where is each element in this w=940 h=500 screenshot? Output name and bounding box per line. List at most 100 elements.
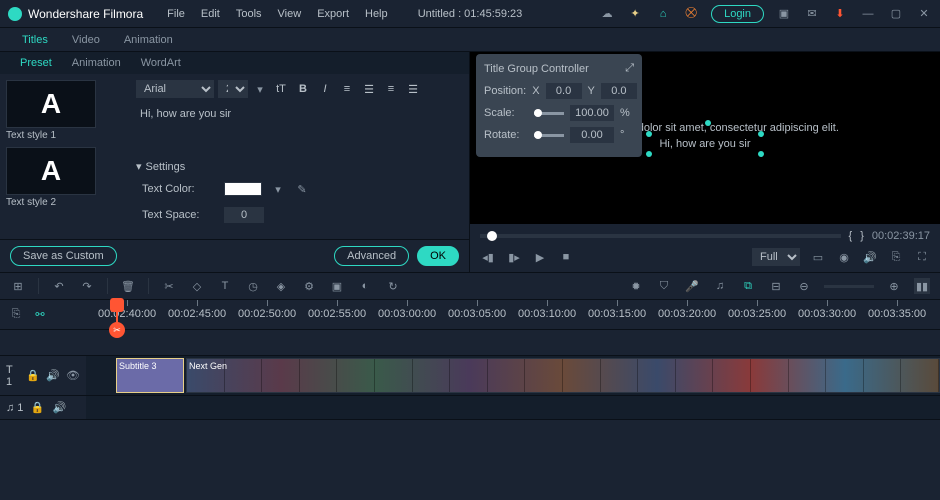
preview-scrubber[interactable] [480, 234, 841, 238]
eyedropper-icon[interactable]: ✎ [294, 181, 310, 197]
download-icon[interactable]: ⬇ [832, 6, 848, 22]
chevron-down-icon[interactable]: ▾ [270, 181, 286, 197]
advanced-button[interactable]: Advanced [334, 246, 409, 266]
resize-icon[interactable]: ⤢ [625, 62, 634, 75]
chevron-down-icon[interactable]: ▾ [252, 81, 268, 97]
track-body[interactable] [86, 396, 940, 419]
scale-input[interactable] [570, 105, 614, 121]
tab-titles[interactable]: Titles [10, 34, 60, 46]
x-input[interactable] [546, 83, 582, 99]
split-icon[interactable]: ✂ [109, 322, 125, 338]
video-clip[interactable]: Next Gen [186, 358, 940, 393]
size-select[interactable]: 24 [218, 80, 248, 98]
login-button[interactable]: Login [711, 5, 764, 23]
menu-export[interactable]: Export [309, 8, 357, 20]
font-select[interactable]: Arial [136, 80, 214, 98]
preset-item-2[interactable]: A Text style 2 [6, 147, 124, 210]
track-body[interactable]: Subtitle 3 Next Gen [86, 356, 940, 395]
play-button[interactable]: ▶ [532, 249, 548, 265]
ok-button[interactable]: OK [417, 246, 459, 266]
undo-icon[interactable]: ↶ [51, 278, 67, 294]
subtitle-clip[interactable]: Subtitle 3 [116, 358, 184, 393]
crop-icon[interactable]: ▣ [329, 278, 345, 294]
text-space-input[interactable] [224, 207, 264, 223]
save-icon[interactable]: ▣ [776, 6, 792, 22]
zoom-slider[interactable] [824, 285, 874, 288]
zoom-in-icon[interactable]: ⊕ [886, 278, 902, 294]
zoom-out-icon[interactable]: ⊖ [796, 278, 812, 294]
maximize-icon[interactable]: ▢ [888, 6, 904, 22]
align-left-button[interactable]: ≡ [338, 80, 356, 98]
volume-icon[interactable]: 🔊 [862, 249, 878, 265]
text-icon[interactable]: T [217, 278, 233, 294]
case-button[interactable]: tT [272, 80, 290, 98]
preset-item-1[interactable]: A Text style 1 [6, 80, 124, 143]
y-input[interactable] [601, 83, 637, 99]
marker-icon[interactable]: ◇ [189, 278, 205, 294]
align-justify-button[interactable]: ☰ [404, 80, 422, 98]
tag-icon[interactable]: ◈ [273, 278, 289, 294]
italic-button[interactable]: I [316, 80, 334, 98]
display-icon[interactable]: ▭ [810, 249, 826, 265]
menu-tools[interactable]: Tools [228, 8, 270, 20]
selected-text[interactable]: Hi, how are you sir [649, 134, 760, 154]
color-swatch[interactable] [224, 182, 262, 196]
cut-icon[interactable]: ✂ [161, 278, 177, 294]
shield-icon[interactable]: ⛉ [656, 278, 672, 294]
link-icon[interactable]: ⚯ [32, 307, 48, 323]
playhead[interactable]: ✂ [116, 300, 118, 329]
text-input[interactable]: Hi, how are you sir [136, 104, 463, 152]
music-icon[interactable]: ♫ [712, 278, 728, 294]
stop-button[interactable]: ■ [558, 249, 574, 265]
tab-video[interactable]: Video [60, 34, 112, 46]
ripple-icon[interactable]: ⊟ [768, 278, 784, 294]
menu-help[interactable]: Help [357, 8, 396, 20]
close-icon[interactable]: ✕ [916, 6, 932, 22]
subtab-animation[interactable]: Animation [62, 57, 131, 69]
fullscreen-icon[interactable]: ⛶ [914, 249, 930, 265]
redo-icon[interactable]: ↷ [79, 278, 95, 294]
lock-icon[interactable]: 🔒 [29, 400, 45, 416]
track-gear-icon[interactable]: ✹ [628, 278, 644, 294]
rotate-slider[interactable] [534, 134, 564, 137]
minimize-icon[interactable]: — [860, 6, 876, 22]
prev-frame-button[interactable]: ◂▮ [480, 249, 496, 265]
bold-button[interactable]: B [294, 80, 312, 98]
eye-icon[interactable]: 👁 [66, 368, 80, 384]
quality-select[interactable]: Full [752, 248, 800, 266]
speed-icon[interactable]: ◷ [245, 278, 261, 294]
sparkle-icon[interactable]: ✦ [627, 6, 643, 22]
message-icon[interactable]: ✉ [804, 6, 820, 22]
fit-icon[interactable]: ▮▮ [914, 278, 930, 294]
rotate-input[interactable] [570, 127, 614, 143]
subtab-wordart[interactable]: WordArt [131, 57, 191, 69]
mic-icon[interactable]: 🎤 [684, 278, 700, 294]
snapshot-icon[interactable]: ◉ [836, 249, 852, 265]
save-custom-button[interactable]: Save as Custom [10, 246, 117, 266]
add-track-icon[interactable]: ⊞ [10, 278, 26, 294]
menu-edit[interactable]: Edit [193, 8, 228, 20]
color-icon[interactable]: ◐ [357, 278, 373, 294]
settings-toggle[interactable]: ▾ Settings [136, 160, 463, 173]
menu-file[interactable]: File [159, 8, 193, 20]
next-frame-button[interactable]: ▮▸ [506, 249, 522, 265]
refresh-icon[interactable]: ↻ [385, 278, 401, 294]
delete-icon[interactable]: 🗑 [120, 278, 136, 294]
tab-animation[interactable]: Animation [112, 34, 185, 46]
export-icon[interactable]: ⎘ [888, 249, 904, 265]
title-group-controller[interactable]: Title Group Controller ⤢ Position: X Y S… [476, 54, 642, 157]
copy-icon[interactable]: ⎘ [8, 307, 24, 323]
mute-icon[interactable]: 🔊 [51, 400, 67, 416]
scale-slider[interactable] [534, 112, 564, 115]
cloud-icon[interactable]: ☁ [599, 6, 615, 22]
mute-icon[interactable]: 🔊 [46, 368, 60, 384]
cart-icon[interactable]: ⛒ [683, 6, 699, 22]
lock-icon[interactable]: 🔒 [26, 368, 40, 384]
magnet-icon[interactable]: ⧉ [740, 278, 756, 294]
bracket-open-icon[interactable]: { [849, 230, 853, 242]
headphones-icon[interactable]: ⌂ [655, 6, 671, 22]
subtab-preset[interactable]: Preset [10, 57, 62, 69]
menu-view[interactable]: View [270, 8, 310, 20]
align-center-button[interactable]: ☰ [360, 80, 378, 98]
align-right-button[interactable]: ≡ [382, 80, 400, 98]
